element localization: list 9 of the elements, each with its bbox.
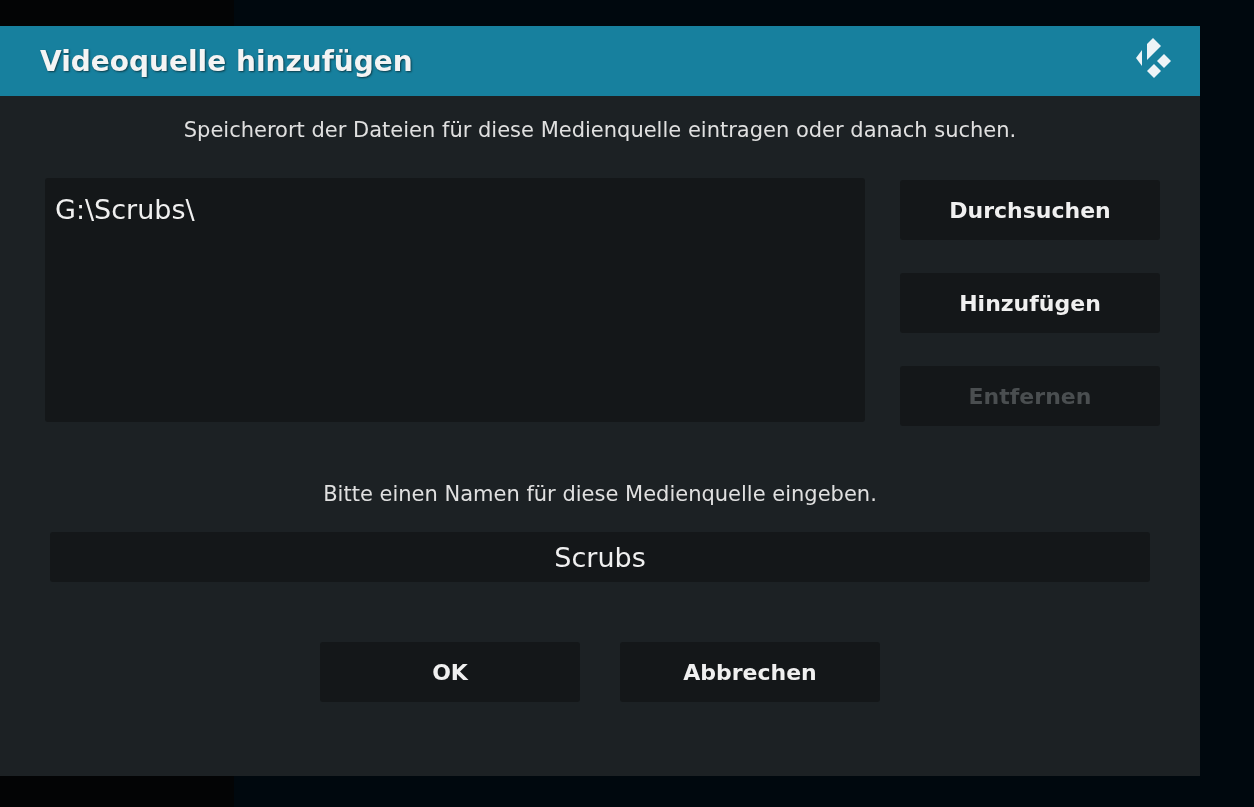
name-prompt: Bitte einen Namen für diese Medienquelle eingeben. bbox=[322, 482, 878, 506]
path-prompt: Speicherort der Dateien für diese Medienquelle eintragen oder danach suchen. bbox=[182, 118, 1018, 142]
window-title: Videoquelle hinzufügen bbox=[40, 44, 413, 78]
path-item[interactable]: G:\Scrubs\ bbox=[55, 194, 195, 225]
name-field[interactable]: Scrubs bbox=[50, 532, 1150, 582]
side-button[interactable]: Durchsuchen bbox=[900, 180, 1160, 240]
dialog-button[interactable]: Abbrechen bbox=[620, 642, 880, 702]
side-button[interactable]: Hinzufügen bbox=[900, 273, 1160, 333]
dialog-button[interactable]: OK bbox=[320, 642, 580, 702]
